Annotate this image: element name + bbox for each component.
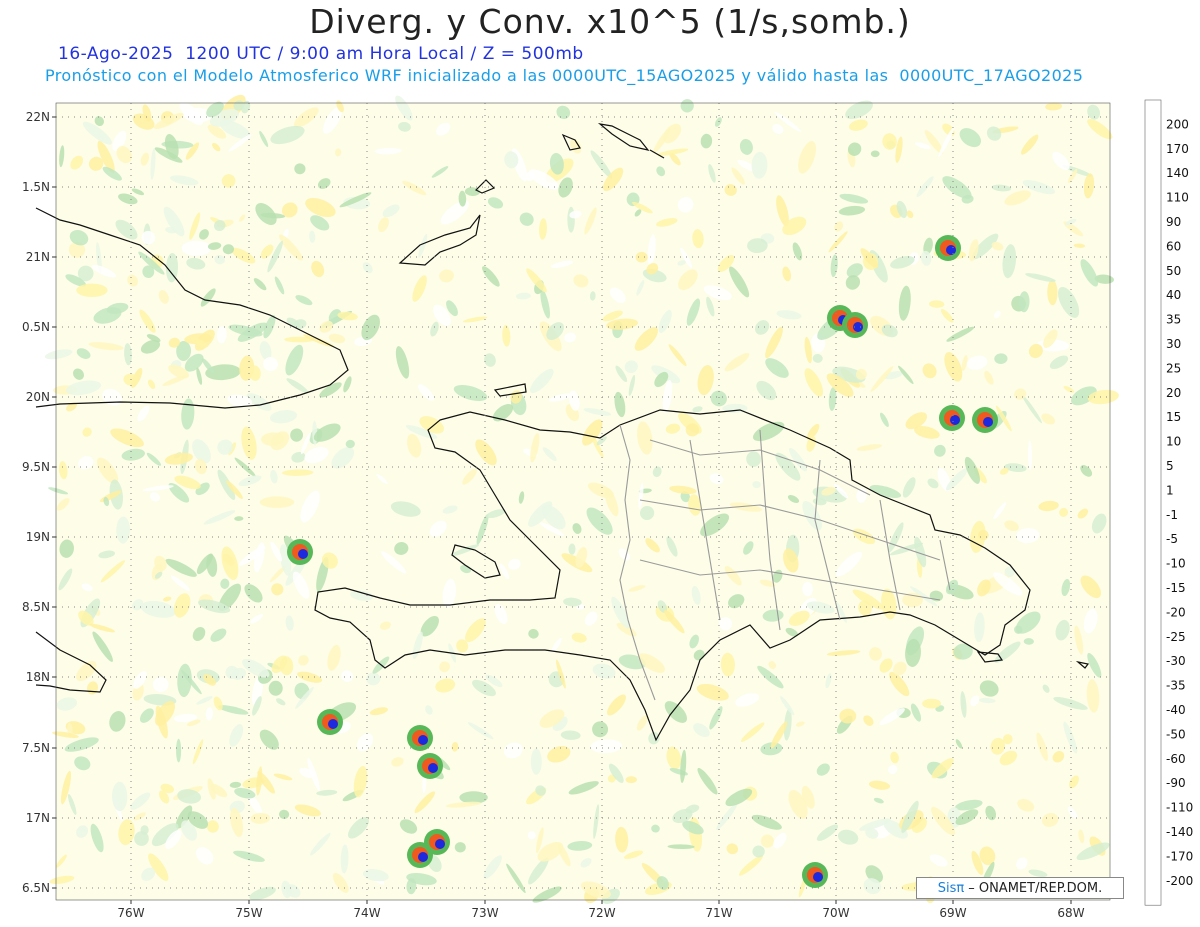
lat-label: 21N [26, 250, 50, 264]
lon-label: 72W [588, 906, 615, 920]
credit-brand: Sisπ [937, 880, 965, 896]
colorbar-frame [1144, 99, 1162, 906]
lat-label: 7.5N [22, 741, 50, 755]
latitude-labels: 22N 1.5N 21N 0.5N 20N 9.5N 19N 8.5N 18N 7.5N 17N 6.… [22, 110, 56, 895]
lat-label: 18N [26, 670, 50, 684]
colorbar-label: -40 [1166, 703, 1186, 717]
colorbar-label: 40 [1166, 288, 1181, 302]
colorbar-label: -200 [1166, 874, 1193, 888]
lon-label: 70W [822, 906, 849, 920]
colorbar-label: 170 [1166, 142, 1189, 156]
credit-text: – ONAMET/REP.DOM. [968, 880, 1103, 896]
colorbar-label: 30 [1166, 337, 1181, 351]
lat-label: 20N [26, 390, 50, 404]
colorbar-label: -50 [1166, 727, 1186, 741]
colorbar-label: -140 [1166, 825, 1193, 839]
colorbar-label: -20 [1166, 605, 1186, 619]
lon-label: 71W [705, 906, 732, 920]
lat-label: 19N [26, 530, 50, 544]
colorbar-label: 35 [1166, 313, 1181, 327]
colorbar-label: 15 [1166, 410, 1181, 424]
colorbar-label: 110 [1166, 191, 1189, 205]
lon-label: 76W [117, 906, 144, 920]
colorbar-label: -110 [1166, 801, 1193, 815]
colorbar-label: 50 [1166, 264, 1181, 278]
colorbar-label: -5 [1166, 532, 1178, 546]
colorbar-label: 10 [1166, 435, 1181, 449]
colorbar-label: -15 [1166, 581, 1186, 595]
credit-box: Sisπ – ONAMET/REP.DOM. [916, 877, 1124, 899]
colorbar-label: -10 [1166, 557, 1186, 571]
lat-label: 1.5N [22, 180, 50, 194]
lat-label: 0.5N [22, 320, 50, 334]
lon-label: 75W [235, 906, 262, 920]
colorbar-label: 5 [1166, 459, 1174, 473]
lat-label: 9.5N [22, 460, 50, 474]
colorbar-label: 90 [1166, 215, 1181, 229]
lat-label: 6.5N [22, 881, 50, 895]
colorbar-label: -35 [1166, 679, 1186, 693]
colorbar-label: 140 [1166, 166, 1189, 180]
longitude-labels: 76W 75W 74W 73W 72W 71W 70W 69W 68W [117, 900, 1085, 920]
colorbar-label: -1 [1166, 508, 1178, 522]
colorbar-label: -170 [1166, 849, 1193, 863]
colorbar-label: -30 [1166, 654, 1186, 668]
colorbar-label: 200 [1166, 117, 1189, 131]
map-background [56, 103, 1110, 900]
colorbar-label: 1 [1166, 483, 1174, 497]
colorbar-label: -25 [1166, 630, 1186, 644]
colorbar-label: -90 [1166, 776, 1186, 790]
lon-label: 73W [471, 906, 498, 920]
colorbar-label: 25 [1166, 361, 1181, 375]
lat-label: 17N [26, 811, 50, 825]
lat-label: 8.5N [22, 600, 50, 614]
lon-label: 74W [353, 906, 380, 920]
forecast-map: 22N 1.5N 21N 0.5N 20N 9.5N 19N 8.5N 18N 7.5N 17N 6.… [22, 94, 1193, 920]
colorbar-label: 20 [1166, 386, 1181, 400]
colorbar: 200 170 140 110 90 60 50 40 35 30 25 20 15 10 5 1 -1 -5 -1… [1144, 99, 1193, 906]
lat-label: 22N [26, 110, 50, 124]
lon-label: 69W [939, 906, 966, 920]
colorbar-label: 60 [1166, 239, 1181, 253]
colorbar-label: -60 [1166, 752, 1186, 766]
lon-label: 68W [1057, 906, 1084, 920]
